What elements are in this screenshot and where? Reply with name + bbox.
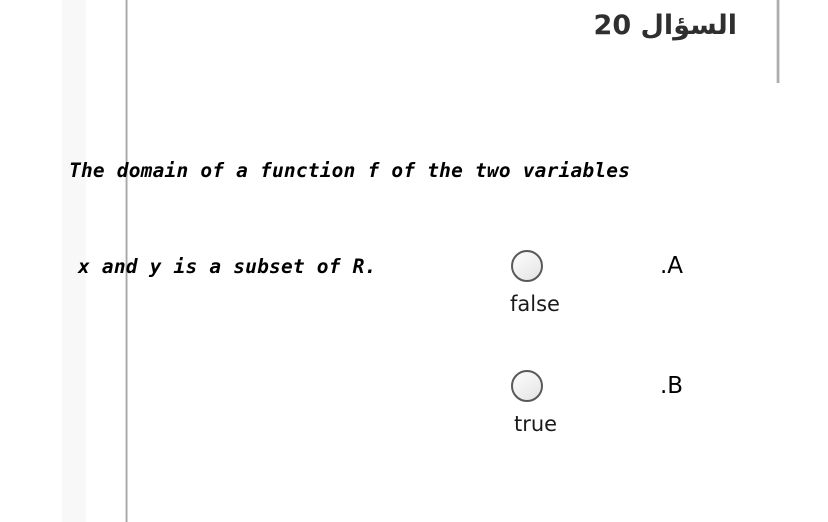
radio-unchecked-icon[interactable] [511,370,543,402]
answer-option-a-letter: .A [660,253,684,279]
answer-option-a-label: false [510,292,560,316]
radio-unchecked-icon[interactable] [511,250,543,282]
answer-option-b-letter: .B [660,373,684,399]
question-page: السؤال 20 The domain of a function f of … [0,0,828,522]
answer-option-b[interactable]: true .B [440,368,740,488]
answer-options: false .A true .B [0,0,828,522]
answer-option-b-label: true [514,412,558,436]
answer-option-a[interactable]: false .A [440,248,740,368]
